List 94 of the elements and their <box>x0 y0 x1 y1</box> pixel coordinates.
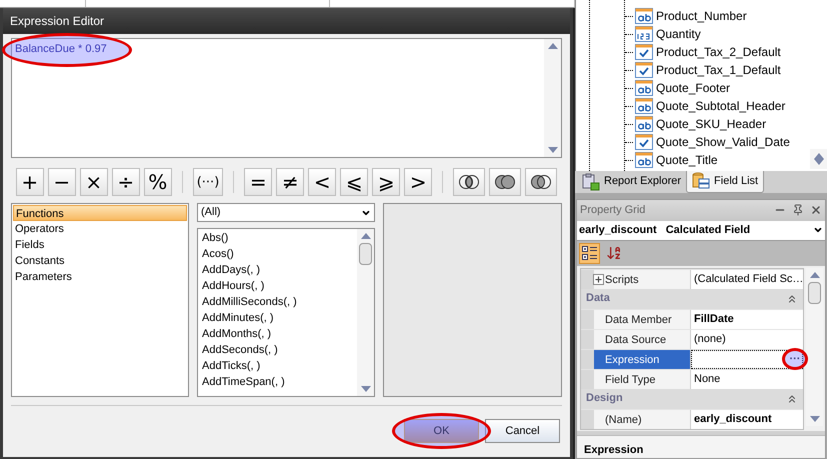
logic-operator-button[interactable] <box>453 168 486 196</box>
scroll-up-icon[interactable] <box>810 272 820 278</box>
operator-button[interactable]: ≠ <box>276 168 304 196</box>
venn-icon <box>530 174 552 190</box>
function-item[interactable]: AddTimeSpan(, ) <box>202 374 353 390</box>
ellipsis-button[interactable]: ··· <box>787 351 802 368</box>
operator-button[interactable]: ÷ <box>112 168 140 196</box>
operator-button[interactable]: % <box>144 168 172 196</box>
field-item[interactable]: Quote_Subtotal_Header <box>656 97 786 115</box>
categorized-list-icon <box>582 245 598 261</box>
field-item[interactable]: Quote_Show_Valid_Date <box>656 133 790 151</box>
operator-button[interactable]: = <box>244 168 272 196</box>
ok-button[interactable]: OK <box>404 419 479 443</box>
function-item[interactable]: AddMilliSeconds(, ) <box>202 294 353 310</box>
panel-title: Property Grid <box>580 202 646 218</box>
scroll-thumb[interactable] <box>808 282 822 304</box>
dialog-title: Expression Editor <box>10 13 104 30</box>
text-field-icon <box>635 152 653 168</box>
number-field-icon <box>635 26 653 42</box>
field-item[interactable]: Quote_SKU_Header <box>656 115 766 133</box>
text-field-icon <box>635 98 653 114</box>
function-item[interactable]: AddSeconds(, ) <box>202 342 353 358</box>
property-name[interactable]: Data Source <box>594 330 691 348</box>
field-item[interactable]: Product_Tax_2_Default <box>656 43 781 61</box>
function-item[interactable]: AddMonths(, ) <box>202 326 353 342</box>
property-name[interactable]: (Name) <box>594 410 691 428</box>
scrollbar[interactable] <box>544 39 561 157</box>
operator-button[interactable]: > <box>404 168 432 196</box>
scroll-down-icon[interactable] <box>814 158 824 165</box>
operator-button[interactable]: − <box>48 168 76 196</box>
function-item[interactable]: AddTicks(, ) <box>202 358 353 374</box>
property-name[interactable]: Field Type <box>594 370 691 388</box>
text-field-icon <box>635 80 653 96</box>
toolbar-button[interactable] <box>579 242 600 264</box>
checkmark-field-icon <box>635 44 653 60</box>
scroll-up-icon[interactable] <box>814 152 824 159</box>
function-item[interactable]: Abs() <box>202 230 353 246</box>
function-item[interactable]: AddMinutes(, ) <box>202 310 353 326</box>
function-item[interactable]: AddDays(, ) <box>202 262 353 278</box>
property-name[interactable]: Expression <box>594 350 691 368</box>
operator-button[interactable]: (···) <box>192 168 224 196</box>
venn-icon <box>458 174 480 190</box>
object-name: early_discount <box>579 224 657 236</box>
description-title: Expression <box>584 444 644 456</box>
field-item[interactable]: Quote_Footer <box>656 79 730 97</box>
operator-button[interactable]: + <box>16 168 44 196</box>
category-item[interactable]: Parameters <box>13 269 187 285</box>
filter-dropdown[interactable]: (All) <box>197 203 375 222</box>
scrollbar[interactable] <box>810 148 827 169</box>
category-item[interactable]: Fields <box>13 237 187 253</box>
function-item[interactable]: Acos() <box>202 246 353 262</box>
close-icon[interactable] <box>810 204 822 216</box>
logic-operator-button[interactable] <box>525 168 558 196</box>
category-header: Data <box>586 291 610 306</box>
scroll-thumb[interactable] <box>359 243 372 265</box>
field-item[interactable]: Product_Number <box>656 7 747 25</box>
text-field-icon <box>635 116 653 132</box>
object-type: Calculated Field <box>666 224 750 236</box>
scroll-down-icon[interactable] <box>810 416 820 422</box>
operator-button[interactable]: ⩾ <box>372 168 400 196</box>
scroll-down-icon[interactable] <box>360 386 370 392</box>
report-clipboard-icon <box>582 172 600 191</box>
object-selector[interactable]: early_discount Calculated Field <box>577 220 825 240</box>
category-header: Design <box>586 391 623 406</box>
field-item[interactable]: Quote_Title <box>656 151 718 169</box>
property-name[interactable]: Data Member <box>594 310 691 328</box>
scrollbar[interactable] <box>357 229 374 396</box>
field-item[interactable]: Quantity <box>656 25 701 43</box>
checkmark-field-icon <box>635 134 653 150</box>
category-item[interactable]: Operators <box>13 221 187 237</box>
sort-alphabetical-icon <box>606 245 622 261</box>
text-field-icon <box>635 8 653 24</box>
expand-icon[interactable] <box>593 274 604 284</box>
scroll-up-icon[interactable] <box>360 233 370 239</box>
category-item[interactable]: Functions <box>13 205 187 221</box>
operator-button[interactable]: × <box>80 168 108 196</box>
property-name[interactable]: Scripts <box>594 270 691 288</box>
expression-input[interactable]: BalanceDue * 0.97 <box>11 38 562 158</box>
category-item[interactable]: Constants <box>13 253 187 269</box>
operator-button[interactable]: ⩽ <box>340 168 368 196</box>
panel-tab[interactable]: Field List <box>686 170 764 193</box>
function-item[interactable]: AddHours(, ) <box>202 278 353 294</box>
scroll-up-icon[interactable] <box>548 43 558 49</box>
logic-operator-button[interactable] <box>489 168 522 196</box>
dropdown-caret-icon <box>813 225 823 235</box>
panel-tab[interactable]: Report Explorer <box>577 170 686 193</box>
venn-icon <box>494 174 516 190</box>
operator-button[interactable]: < <box>308 168 336 196</box>
field-item[interactable]: Product_Tax_1_Default <box>656 61 781 79</box>
scroll-down-icon[interactable] <box>548 147 558 153</box>
pin-icon[interactable] <box>792 204 804 216</box>
cancel-button[interactable]: Cancel <box>485 419 560 443</box>
scrollbar[interactable] <box>806 268 824 426</box>
checkmark-field-icon <box>635 62 653 78</box>
